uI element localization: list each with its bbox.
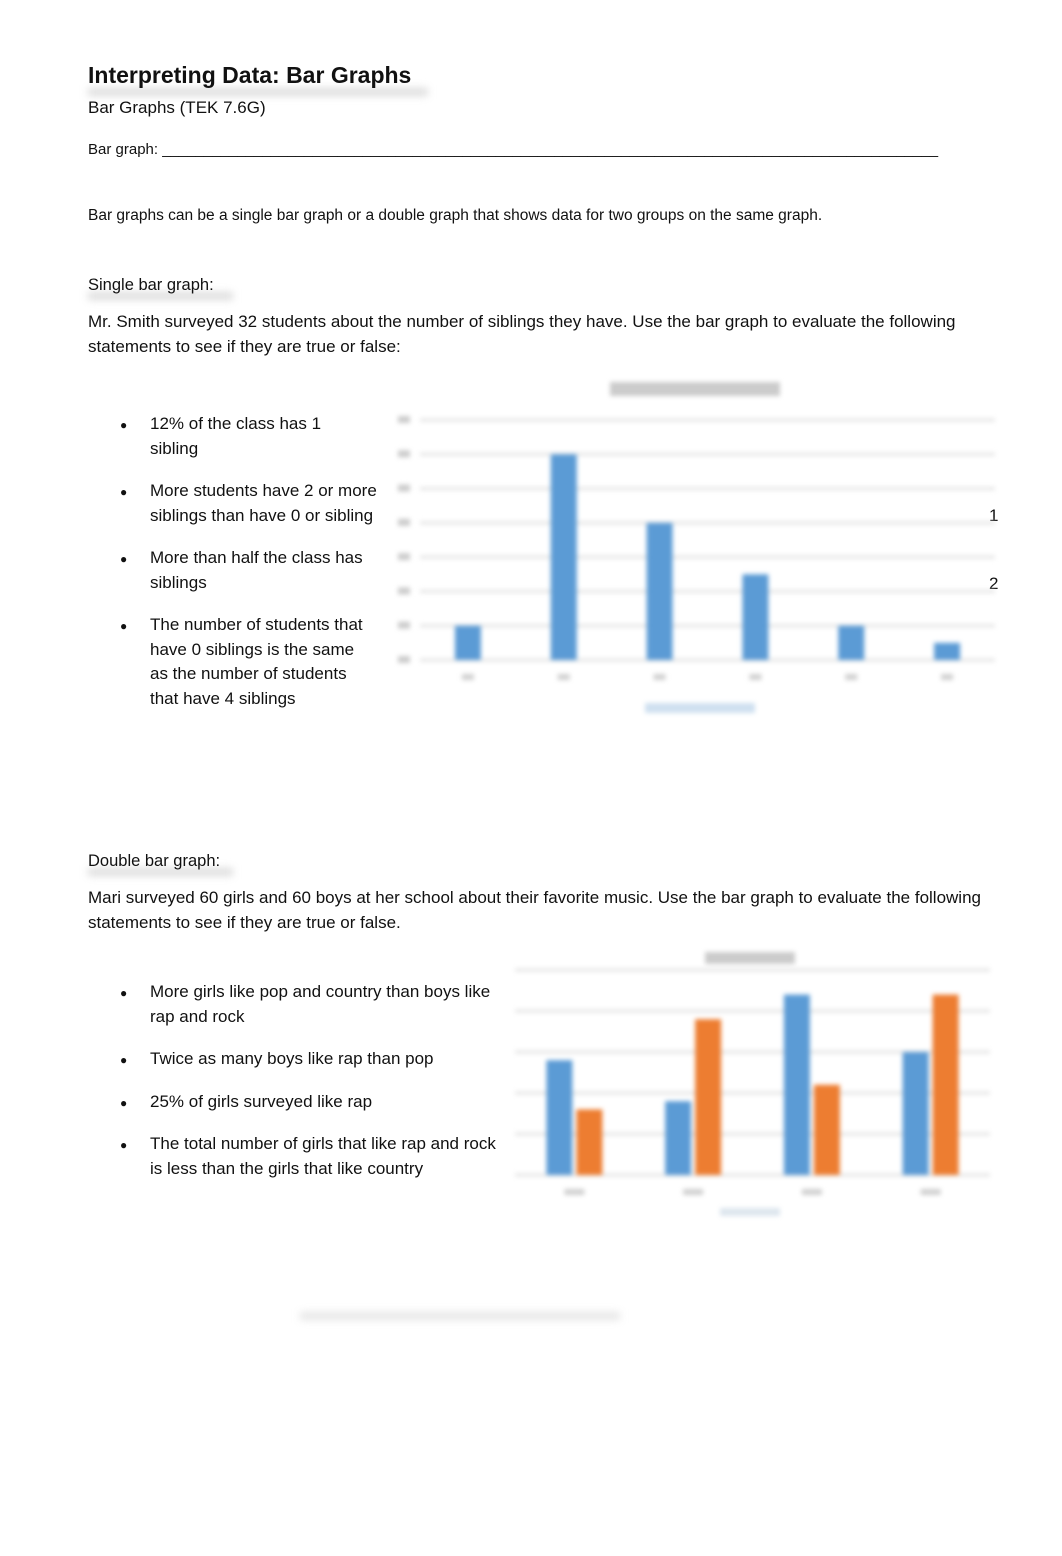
intro-text: Bar graphs can be a single bar graph or … (88, 207, 823, 224)
bar (783, 994, 810, 1175)
y-tick-label (398, 450, 410, 458)
statement: 25% of girls surveyed like rap (88, 1090, 508, 1114)
y-tick-label (398, 484, 410, 492)
statement: More girls like pop and country than boy… (88, 980, 508, 1029)
statement: 12% of the class has 1 sibling (88, 412, 330, 461)
statement: More students have 2 or more siblings th… (88, 479, 390, 528)
x-tick-label (941, 674, 954, 680)
legend (720, 1208, 780, 1216)
bar (838, 625, 865, 660)
statement: The number of students that have 0 sibli… (88, 613, 370, 711)
bar (454, 625, 481, 660)
definition-blank[interactable]: ________________________________________… (162, 141, 938, 158)
bar (902, 1052, 929, 1175)
x-tick-label (564, 1189, 585, 1195)
x-tick-label (557, 674, 570, 680)
worksheet-page: Interpreting Data: Bar Graphs Bar Graphs… (0, 0, 1062, 1556)
bar (576, 1109, 603, 1175)
y-tick-label (398, 587, 410, 595)
double-statements: More girls like pop and country than boy… (88, 980, 508, 1199)
y-tick-label (398, 553, 410, 561)
bar (550, 454, 577, 660)
statement: More than half the class has siblings (88, 546, 390, 595)
subtitle: Bar Graphs (TEK 7.6G) (88, 98, 266, 117)
bar (646, 522, 673, 660)
definition-line: Bar graph: _____________________________… (88, 141, 938, 158)
page-title: Interpreting Data: Bar Graphs (88, 62, 412, 88)
blurred-footer (300, 1312, 620, 1320)
single-prompt: Mr. Smith surveyed 32 students about the… (88, 312, 956, 356)
chart-title (610, 382, 780, 396)
bar (695, 1019, 722, 1175)
double-heading: Double bar graph: (88, 852, 221, 870)
x-tick-label (683, 1189, 704, 1195)
x-tick-label (845, 674, 858, 680)
x-tick-label (749, 674, 762, 680)
double-prompt: Mari surveyed 60 girls and 60 boys at he… (88, 888, 981, 932)
y-tick-label (398, 518, 410, 526)
title-highlight (88, 88, 428, 96)
music-double-bar-chart (515, 952, 990, 1216)
statement: The total number of girls that like rap … (88, 1132, 508, 1181)
bar (934, 642, 961, 660)
single-statements: 12% of the class has 1 sibling More stud… (88, 412, 393, 729)
bar (546, 1060, 573, 1175)
legend (645, 703, 755, 713)
single-heading: Single bar graph: (88, 276, 214, 294)
bar (813, 1084, 840, 1175)
bar (665, 1101, 692, 1175)
statement: Twice as many boys like rap than pop (88, 1047, 508, 1072)
x-tick-label (653, 674, 666, 680)
x-tick-label (920, 1189, 941, 1195)
definition-label: Bar graph: (88, 141, 159, 158)
bar (742, 574, 769, 660)
y-tick-label (398, 621, 410, 629)
chart-title (705, 952, 795, 964)
x-tick-label (801, 1189, 822, 1195)
y-tick-label (398, 416, 410, 423)
y-tick-label (398, 656, 410, 663)
x-tick-label (461, 674, 474, 680)
siblings-bar-chart (398, 382, 995, 713)
bar (932, 994, 959, 1175)
